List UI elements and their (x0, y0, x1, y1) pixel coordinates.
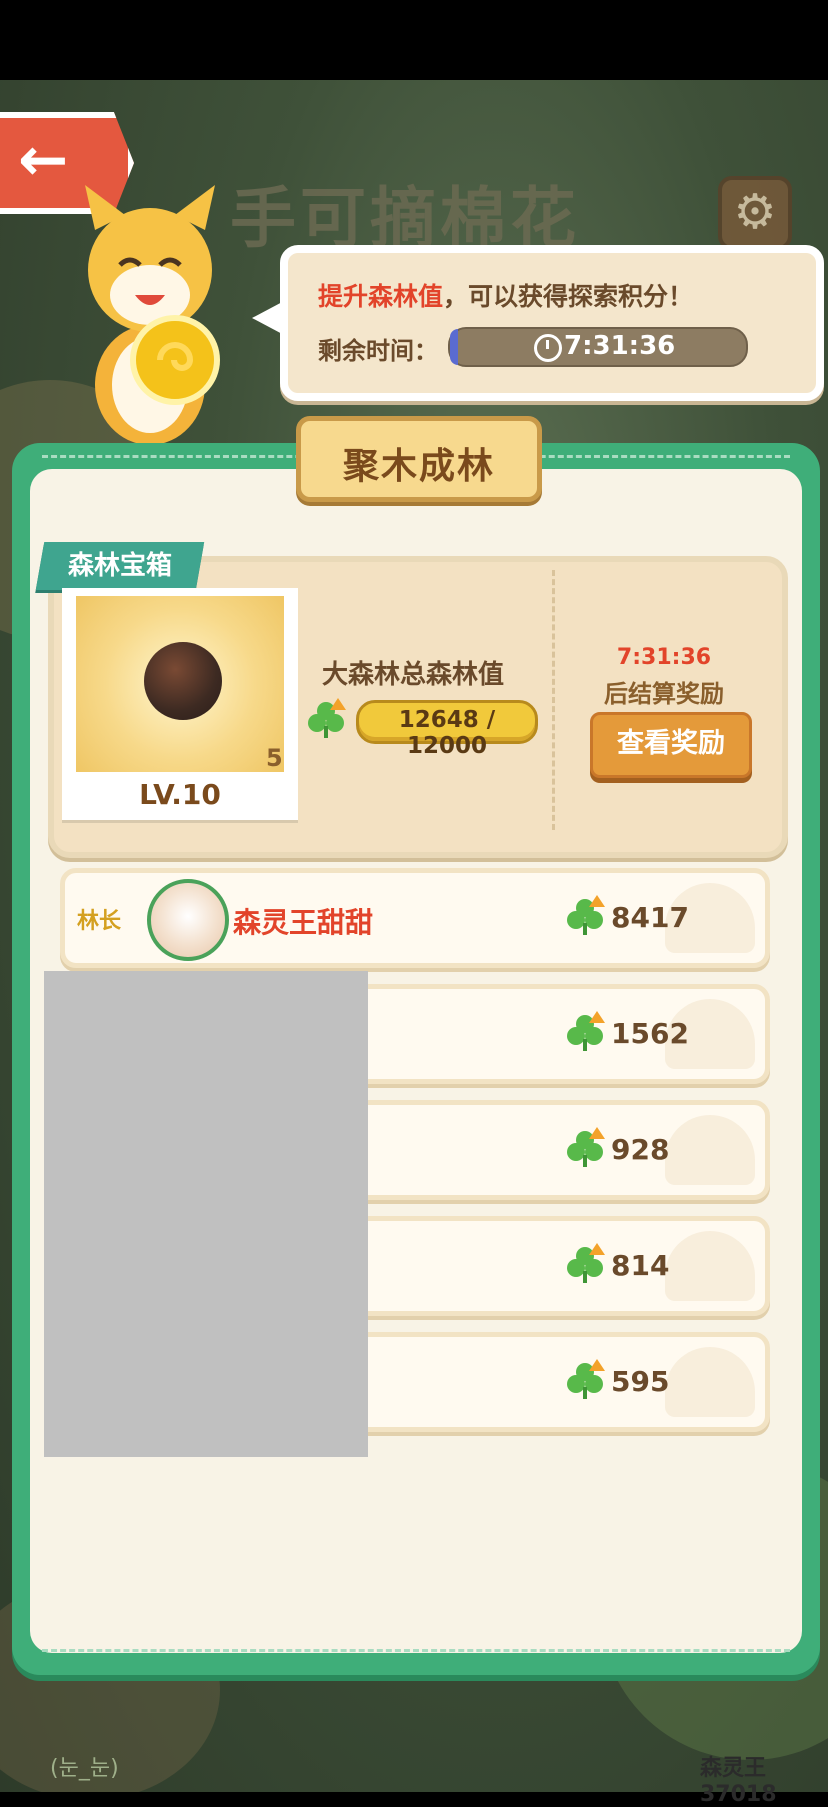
event-info-bubble: 提升森林值，可以获得探索积分！ 剩余时间： 7:31:36 (280, 245, 824, 401)
rank-score: 595 (611, 1365, 670, 1398)
view-rewards-button[interactable]: 查看奖励 (590, 712, 752, 778)
rank-score: 1562 (611, 1017, 689, 1050)
forest-score-value: 12648 / 12000 (398, 707, 496, 759)
rank-name: 森灵王甜甜 (233, 906, 374, 939)
clock-icon (534, 334, 562, 362)
rank-title: 林长 (77, 909, 122, 934)
total-forest-label: 大森林总森林值 (322, 660, 505, 690)
rank-score: 814 (611, 1249, 670, 1282)
remaining-time-bar: 7:31:36 (448, 327, 748, 367)
rank-score: 928 (611, 1133, 670, 1166)
settle-label: 后结算奖励 (604, 680, 724, 708)
clover-up-icon (567, 895, 605, 935)
prompt-rest: ，可以获得探索积分！ (443, 282, 694, 311)
back-arrow-icon: ← (18, 125, 69, 195)
row-decoration (665, 1115, 755, 1185)
panel-title-plate: 聚木成林 (296, 416, 542, 502)
clover-up-icon (567, 1127, 605, 1167)
redacted-area (44, 971, 368, 1457)
remaining-time-label: 剩余时间： (318, 337, 438, 365)
clover-up-icon (567, 1359, 605, 1399)
egg-icon (144, 642, 222, 720)
footer-right-text: 森灵王37018 (700, 1756, 777, 1807)
row-decoration (665, 1347, 755, 1417)
chest-tag-label: 森林宝箱 (67, 551, 172, 581)
remaining-time-value: 7:31:36 (564, 331, 676, 361)
chest-level: LV.10 (139, 778, 221, 811)
row-decoration (665, 1231, 755, 1301)
chest-item-card[interactable]: 5 LV.10 (62, 588, 298, 820)
cat-mascot (85, 185, 220, 445)
ticket-divider (552, 570, 555, 830)
forest-score-bar: 12648 / 12000 (356, 700, 538, 759)
panel-title: 聚木成林 (342, 446, 495, 487)
ranking-row[interactable]: 林长 森灵王甜甜 8417 (60, 868, 770, 968)
clover-up-icon (308, 698, 346, 738)
chest-item-image: 5 (76, 596, 284, 772)
time-bar-fill (450, 329, 458, 365)
panel-divider (42, 1649, 790, 1652)
gear-icon[interactable]: ⚙ (718, 176, 792, 250)
chest-item-count: 5 (266, 744, 283, 772)
clover-up-icon (567, 1011, 605, 1051)
rank-score: 8417 (611, 901, 689, 934)
chest-tag: 森林宝箱 (35, 542, 205, 590)
prompt-highlight: 提升森林值 (318, 282, 444, 311)
clover-up-icon (567, 1243, 605, 1283)
settle-time: 7:31:36 (616, 645, 712, 670)
avatar[interactable] (147, 879, 229, 961)
event-prompt: 提升森林值，可以获得探索积分！ (318, 277, 693, 313)
footer-left-text: (눈_눈) (50, 1756, 119, 1781)
